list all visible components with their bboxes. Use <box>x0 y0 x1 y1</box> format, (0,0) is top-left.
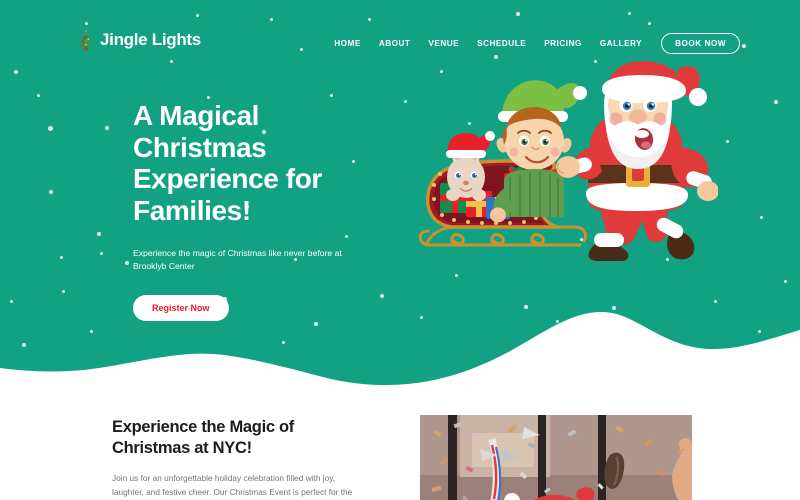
santa-sleigh-illustration <box>398 55 718 270</box>
about-section: Experience the Magic of Christmas at NYC… <box>0 395 800 500</box>
book-now-button[interactable]: BOOK NOW <box>661 33 740 54</box>
nav-item-pricing[interactable]: PRICING <box>535 39 591 48</box>
nav-item-schedule[interactable]: SCHEDULE <box>468 39 535 48</box>
hero-title-line-1: A Magical <box>133 100 260 131</box>
hero-section: Jingle Lights HOME ABOUT VENUE SCHEDULE … <box>0 0 800 395</box>
site-header: Jingle Lights HOME ABOUT VENUE SCHEDULE … <box>0 0 800 75</box>
nav-item-gallery[interactable]: GALLERY <box>591 39 651 48</box>
christmas-tree-icon <box>75 28 97 52</box>
about-text-column: Experience the Magic of Christmas at NYC… <box>112 417 367 500</box>
hero-title-line-2: Christmas <box>133 131 267 163</box>
nav-item-venue[interactable]: VENUE <box>419 39 468 48</box>
about-title-line-1: Experience the Magic of <box>112 418 294 436</box>
main-navigation: HOME ABOUT VENUE SCHEDULE PRICING GALLER… <box>325 33 740 54</box>
hero-subtitle: Experience the magic of Christmas like n… <box>133 247 342 271</box>
nav-item-about[interactable]: ABOUT <box>370 39 420 48</box>
register-now-button[interactable]: Register Now <box>133 295 229 322</box>
about-title: Experience the Magic of Christmas at NYC… <box>112 417 367 460</box>
nav-item-home[interactable]: HOME <box>325 39 370 48</box>
about-title-line-2: Christmas at NYC! <box>112 439 252 458</box>
hero-title-line-3: Experience for <box>133 163 322 195</box>
logo-text: Jingle Lights <box>100 30 201 49</box>
hero-title-line-4: Families! <box>133 194 251 226</box>
about-body-text: Join us for an unforgettable holiday cel… <box>112 472 353 498</box>
hero-content: A Magical Christmas Experience for Famil… <box>133 100 403 322</box>
about-photo <box>420 415 692 500</box>
hero-title: A Magical Christmas Experience for Famil… <box>133 100 403 227</box>
site-logo[interactable]: Jingle Lights <box>75 28 201 52</box>
